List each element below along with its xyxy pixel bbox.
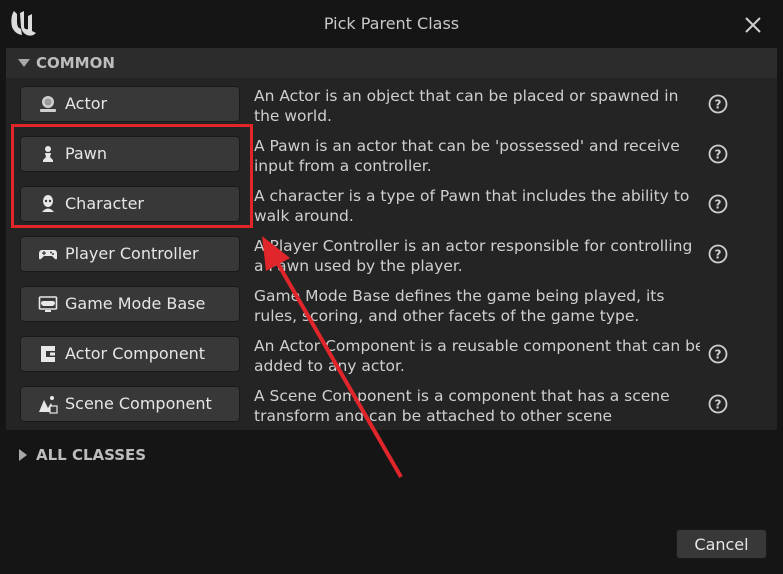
- player-controller-description: A Player Controller is an actor responsi…: [254, 236, 700, 276]
- actor-description-line1: An Actor is an object that can be placed…: [254, 87, 679, 105]
- actor-component-button-label: Actor Component: [65, 344, 206, 363]
- pawn-help-icon[interactable]: ?: [708, 144, 728, 164]
- pawn-button-label: Pawn: [65, 144, 107, 163]
- all-classes-section-label: ALL CLASSES: [36, 446, 147, 464]
- character-icon: [42, 195, 54, 212]
- pawn-icon: [43, 146, 53, 162]
- character-help-icon[interactable]: ?: [708, 194, 728, 214]
- scene-component-button-label: Scene Component: [65, 394, 212, 413]
- scene-component-description: A Scene Component is a component that ha…: [254, 386, 700, 426]
- character-button[interactable]: Character: [20, 186, 240, 222]
- character-description: A character is a type of Pawn that inclu…: [254, 186, 700, 226]
- scene-component-help-icon[interactable]: ?: [708, 394, 728, 414]
- player-controller-button-label: Player Controller: [65, 244, 199, 263]
- actor-description: An Actor is an object that can be placed…: [254, 86, 700, 126]
- character-button-label: Character: [65, 194, 144, 213]
- svg-text:?: ?: [715, 248, 722, 262]
- svg-text:?: ?: [715, 348, 722, 362]
- game-mode-base-button[interactable]: Game Mode Base: [20, 286, 240, 322]
- game-mode-base-description: Game Mode Base defines the game being pl…: [254, 286, 700, 326]
- scene-component-button[interactable]: Scene Component: [20, 386, 240, 422]
- actor-component-description-line1: An Actor Component is a reusable compone…: [254, 337, 700, 355]
- scene-component-description-line2: transform and can be attached to other s…: [254, 407, 613, 425]
- triangle-down-icon: [18, 59, 30, 67]
- close-icon[interactable]: [741, 13, 765, 37]
- cancel-button[interactable]: Cancel: [676, 529, 767, 559]
- game-mode-base-description-line1: Game Mode Base defines the game being pl…: [254, 287, 665, 305]
- pawn-button[interactable]: Pawn: [20, 136, 240, 172]
- scene-component-icon: [39, 396, 58, 414]
- common-section-header[interactable]: COMMON: [6, 48, 777, 78]
- game-mode-base-button-label: Game Mode Base: [65, 294, 206, 313]
- svg-text:?: ?: [715, 148, 722, 162]
- common-section-label: COMMON: [36, 54, 115, 72]
- window-title: Pick Parent Class: [323, 14, 460, 33]
- svg-text:?: ?: [715, 198, 722, 212]
- scene-component-description-line1: A Scene Component is a component that ha…: [254, 387, 670, 405]
- cancel-button-label: Cancel: [694, 535, 749, 554]
- title-bar: Pick Parent Class: [0, 0, 783, 48]
- actor-component-button[interactable]: Actor Component: [20, 336, 240, 372]
- player-controller-help-icon[interactable]: ?: [708, 244, 728, 264]
- all-classes-section-header[interactable]: ALL CLASSES: [6, 440, 777, 470]
- actor-component-description: An Actor Component is a reusable compone…: [254, 336, 700, 376]
- pawn-description-line1: A Pawn is an actor that can be 'possesse…: [254, 137, 680, 155]
- game-mode-base-description-line2: rules, scoring, and other facets of the …: [254, 307, 640, 325]
- game-mode-icon: [38, 296, 58, 312]
- actor-icon: [40, 96, 56, 112]
- actor-help-icon[interactable]: ?: [708, 94, 728, 114]
- svg-text:?: ?: [715, 398, 722, 412]
- actor-component-help-icon[interactable]: ?: [708, 344, 728, 364]
- actor-button[interactable]: Actor: [20, 86, 240, 122]
- pawn-description-line2: input from a controller.: [254, 157, 432, 175]
- gamepad-icon: [39, 250, 57, 260]
- component-icon: [41, 346, 55, 362]
- actor-component-description-line2: added to any actor.: [254, 357, 405, 375]
- player-controller-button[interactable]: Player Controller: [20, 236, 240, 272]
- player-controller-description-line2: a Pawn used by the player.: [254, 257, 463, 275]
- svg-text:?: ?: [715, 98, 722, 112]
- character-description-line2: walk around.: [254, 207, 354, 225]
- actor-button-label: Actor: [65, 94, 108, 113]
- character-description-line1: A character is a type of Pawn that inclu…: [254, 187, 690, 205]
- pawn-description: A Pawn is an actor that can be 'possesse…: [254, 136, 700, 176]
- actor-description-line2: the world.: [254, 107, 332, 125]
- player-controller-description-line1: A Player Controller is an actor responsi…: [254, 237, 693, 255]
- triangle-right-icon: [19, 449, 27, 461]
